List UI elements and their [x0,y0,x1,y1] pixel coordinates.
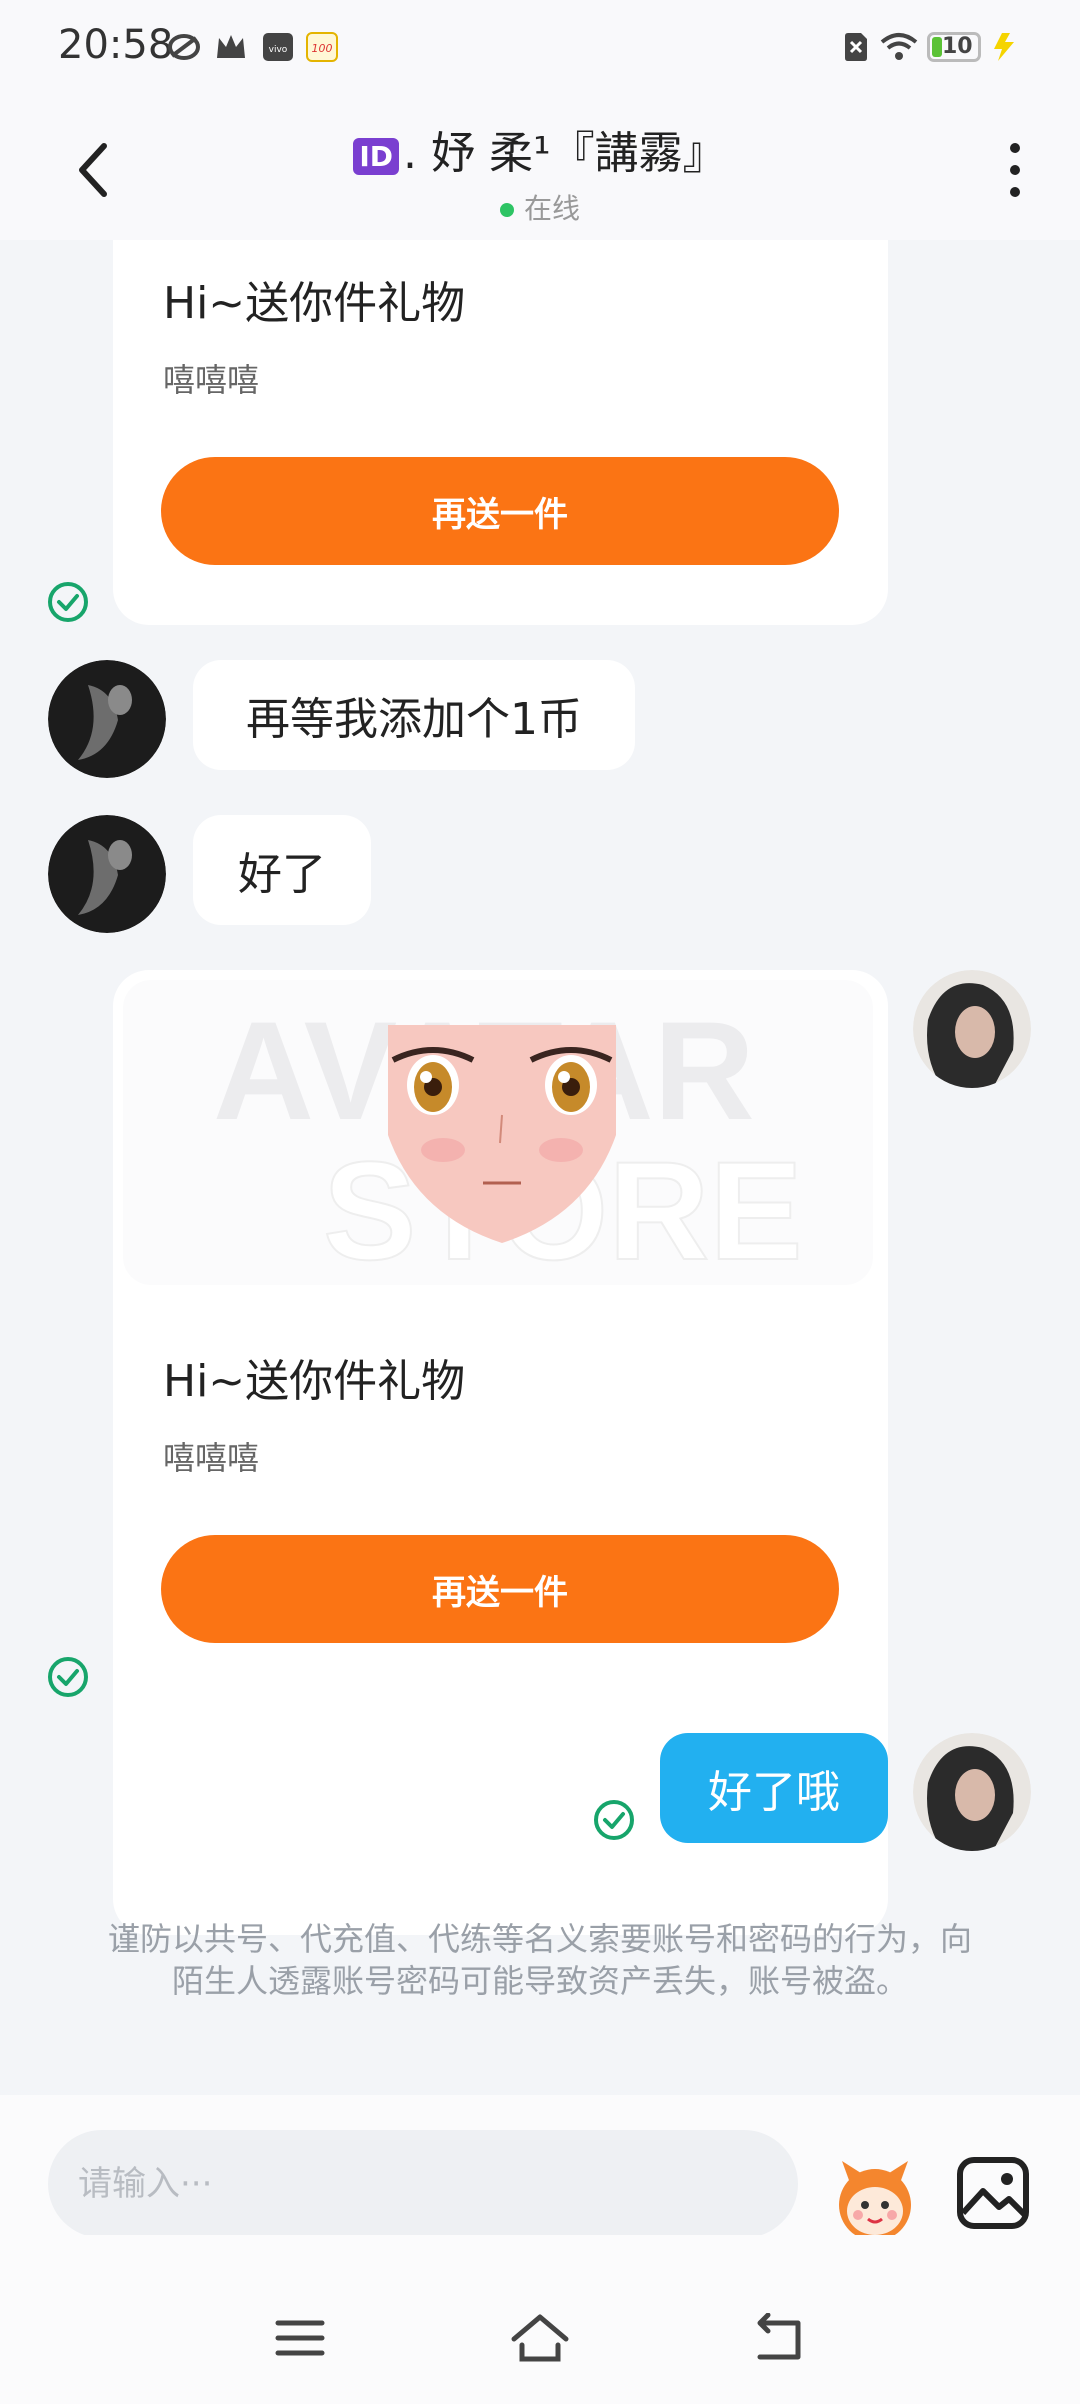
online-status: 在线 [240,187,840,227]
chat-message-list[interactable]: Hi~送你件礼物 嘻嘻嘻 再送一件 再等我添加个1币 好了 AVATAR STO… [0,240,1080,2095]
status-time: 20:58 [58,22,174,68]
back-nav-icon[interactable] [750,2313,810,2363]
battery-icon: 10 [927,32,981,62]
sync-icon [168,34,200,60]
crown-icon [217,35,245,58]
gift-card-subtitle: 嘻嘻嘻 [163,361,260,399]
back-button[interactable] [70,140,120,200]
contact-avatar[interactable] [48,660,166,778]
my-avatar[interactable] [913,1733,1031,1851]
resend-gift-button[interactable]: 再送一件 [161,457,839,565]
gift-item-image: AVATAR STORE [123,980,873,1285]
charging-icon [994,33,1014,61]
chat-title: ID. 妤 柔¹『講霧』 [240,117,840,181]
online-dot-icon [499,203,514,217]
sim-off-icon [845,33,867,61]
id-badge-icon: ID [353,137,400,175]
contact-avatar[interactable] [48,815,166,933]
wifi-icon [880,33,918,60]
gift-card[interactable]: Hi~送你件礼物 嘻嘻嘻 再送一件 [113,240,888,625]
input-bar [0,2095,1080,2241]
message-bubble[interactable]: 再等我添加个1币 [193,660,635,770]
chat-title-text: . 妤 柔¹『講霧』 [403,128,727,179]
my-message-bubble[interactable]: 好了哦 [660,1733,888,1843]
online-status-text: 在线 [523,192,580,225]
svg-text:100: 100 [312,42,333,55]
image-picker-button[interactable] [955,2155,1031,2231]
battery-level: 10 [942,34,973,59]
more-options-button[interactable] [995,140,1035,200]
home-icon[interactable] [510,2313,570,2363]
resend-gift-button[interactable]: 再送一件 [161,1535,839,1643]
svg-text:vivo: vivo [269,45,288,55]
read-check-icon [48,1657,88,1697]
security-warning: 谨防以共号、代充值、代练等名义索要账号和密码的行为，向陌生人透露账号密码可能导致… [107,1920,972,2000]
gift-card-title: Hi~送你件礼物 [163,278,466,329]
score-100-icon: 100 [306,32,338,62]
chat-header: ID. 妤 柔¹『講霧』 在线 [0,95,1080,240]
chat-title-area: ID. 妤 柔¹『講霧』 在线 [240,117,840,227]
read-check-icon [594,1800,634,1840]
read-check-icon [48,582,88,622]
menu-icon[interactable] [270,2313,330,2363]
gift-card-title: Hi~送你件礼物 [163,1356,466,1407]
my-avatar[interactable] [913,970,1031,1088]
gift-card-subtitle: 嘻嘻嘻 [163,1439,260,1477]
emoji-mascot-button[interactable] [830,2153,920,2243]
system-nav-bar [0,2235,1080,2404]
anime-face-image [388,1025,616,1243]
message-bubble[interactable]: 好了 [193,815,371,925]
status-bar: 20:58 vivo 100 10 [0,0,1080,95]
message-input[interactable] [48,2130,798,2238]
vivo-icon: vivo [263,33,293,61]
